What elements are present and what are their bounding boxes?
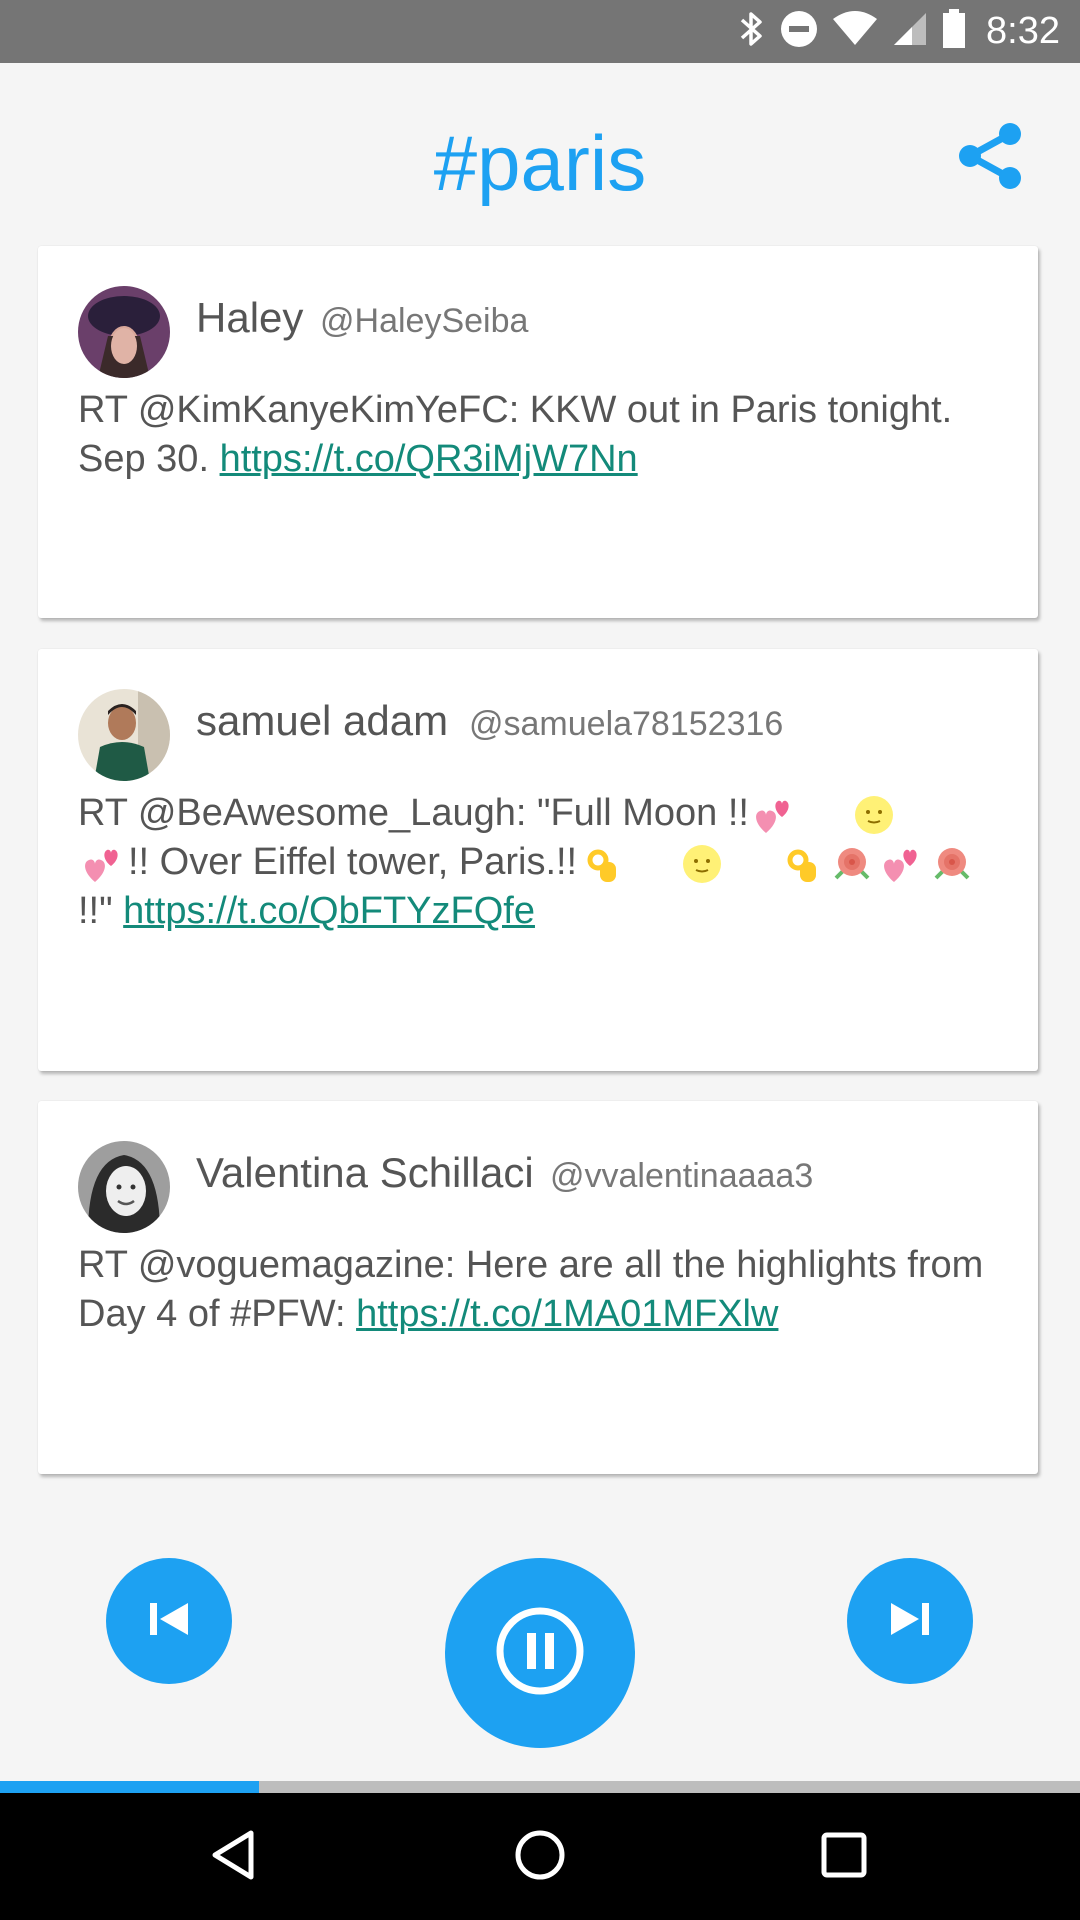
progress-bar: [0, 1781, 1080, 1793]
two-hearts-emoji: [752, 793, 796, 837]
status-icons: 8:32: [736, 0, 1060, 63]
crescent-moon-emoji: [902, 793, 946, 837]
wifi-icon: [832, 11, 878, 52]
tweet-body-part: RT @BeAwesome_Laugh: "Full Moon !!: [78, 792, 749, 834]
avatar[interactable]: [78, 286, 170, 378]
author-handle[interactable]: @HaleySeiba: [320, 302, 528, 341]
back-button[interactable]: [195, 1817, 275, 1897]
pause-icon: [495, 1606, 585, 1701]
tweet-body-part: !!": [78, 890, 113, 932]
tweet-text: RT @KimKanyeKimYeFC: KKW out in Paris to…: [78, 386, 998, 484]
full-moon-face-emoji: [852, 793, 896, 837]
skip-previous-icon: [146, 1599, 192, 1644]
share-button[interactable]: [950, 118, 1030, 198]
tweet-text: RT @BeAwesome_Laugh: "Full Moon !! !! Ove…: [78, 789, 998, 936]
tweet-text: RT @voguemagazine: Here are all the high…: [78, 1241, 998, 1339]
recents-button[interactable]: [804, 1817, 884, 1897]
avatar[interactable]: [78, 1141, 170, 1233]
battery-icon: [942, 9, 966, 54]
two-hearts-emoji: [880, 842, 924, 886]
author-name[interactable]: samuel adam: [196, 697, 448, 745]
crescent-moon-emoji: [730, 842, 774, 886]
navigation-bar: [0, 1793, 1080, 1920]
status-time: 8:32: [986, 10, 1060, 52]
full-moon-face-emoji: [680, 842, 724, 886]
home-button[interactable]: [500, 1817, 580, 1897]
back-icon: [207, 1827, 263, 1888]
two-hearts-emoji: [81, 842, 125, 886]
share-icon: [954, 120, 1026, 197]
previous-button[interactable]: [106, 1558, 232, 1684]
crescent-moon-emoji: [802, 793, 846, 837]
next-button[interactable]: [847, 1558, 973, 1684]
status-bar: 8:32: [0, 0, 1080, 63]
ok-hand-emoji: [780, 842, 824, 886]
bluetooth-icon: [736, 10, 766, 53]
ok-hand-emoji: [580, 842, 624, 886]
author-name[interactable]: Valentina Schillaci: [196, 1149, 534, 1197]
tweet-card[interactable]: Haley @HaleySeiba RT @KimKanyeKimYeFC: K…: [38, 246, 1038, 618]
author-handle[interactable]: @samuela78152316: [469, 705, 783, 744]
page-title: #paris: [433, 119, 647, 207]
tweet-link[interactable]: https://t.co/QbFTYzFQfe: [123, 890, 535, 932]
tweet-card[interactable]: samuel adam @samuela78152316 RT @BeAweso…: [38, 649, 1038, 1071]
home-icon: [512, 1827, 568, 1888]
do-not-disturb-icon: [780, 10, 818, 53]
author-name[interactable]: Haley: [196, 294, 303, 342]
recents-icon: [816, 1827, 872, 1888]
rose-emoji: [930, 842, 974, 886]
avatar[interactable]: [78, 689, 170, 781]
cellular-signal-icon: [892, 11, 928, 52]
crescent-moon-emoji: [630, 842, 674, 886]
rose-emoji: [830, 842, 874, 886]
tweet-link[interactable]: https://t.co/QR3iMjW7Nn: [220, 438, 638, 480]
tweet-link[interactable]: https://t.co/1MA01MFXlw: [356, 1293, 778, 1335]
progress-fill: [0, 1781, 260, 1793]
tweet-body-part: !! Over Eiffel tower, Paris.!!: [128, 841, 578, 883]
skip-next-icon: [887, 1599, 933, 1644]
author-handle[interactable]: @vvalentinaaaa3: [550, 1157, 813, 1196]
app-header: #paris: [0, 63, 1080, 243]
tweet-card[interactable]: Valentina Schillaci @vvalentinaaaa3 RT @…: [38, 1101, 1038, 1474]
pause-button[interactable]: [445, 1558, 635, 1748]
